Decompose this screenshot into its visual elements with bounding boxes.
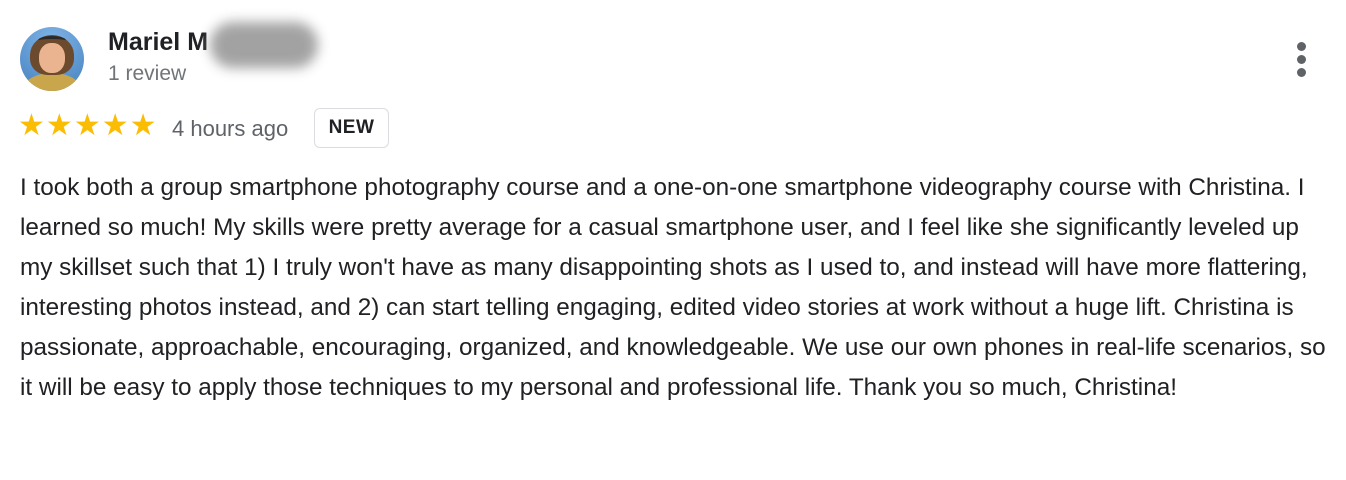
reviewer-name[interactable]: Mariel M (108, 28, 208, 57)
new-badge: NEW (314, 108, 389, 148)
review-text: I took both a group smartphone photograp… (20, 174, 1326, 401)
star-icon: ★ (129, 109, 157, 142)
review-count[interactable]: 1 review (108, 62, 186, 86)
star-icon: ★ (45, 109, 73, 142)
star-icon: ★ (73, 109, 101, 142)
review-timestamp: 4 hours ago (172, 116, 289, 141)
star-icon: ★ (101, 109, 129, 142)
avatar[interactable] (20, 27, 84, 91)
star-icon: ★ (18, 109, 45, 142)
more-options-icon[interactable] (1288, 38, 1316, 82)
star-rating: ★ ★ ★ ★ ★ (18, 111, 157, 141)
redacted-surname-blur (210, 22, 318, 68)
